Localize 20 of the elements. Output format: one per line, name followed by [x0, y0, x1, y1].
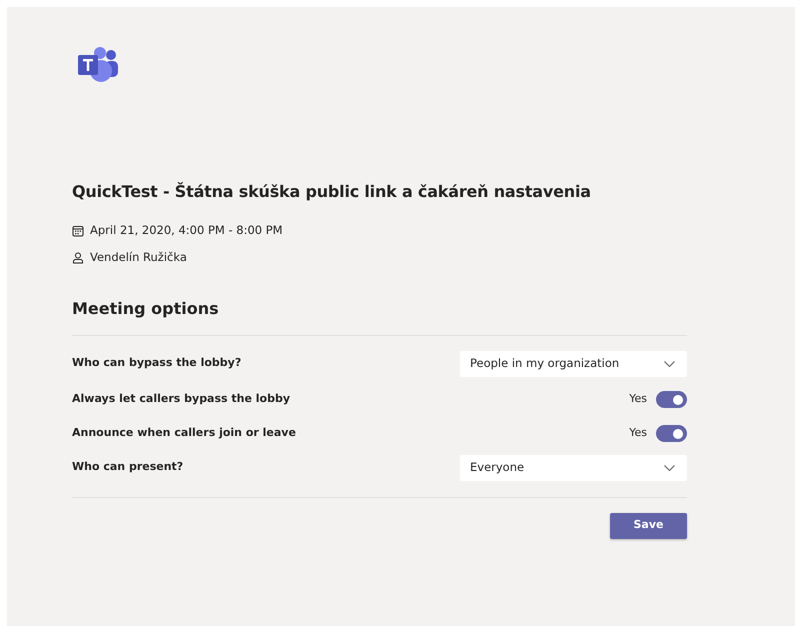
organizer-name: Vendelín Ružička [90, 249, 187, 266]
option-label: Who can bypass the lobby? [72, 355, 242, 372]
toggle-state-text: Yes [629, 425, 647, 442]
meeting-date: April 21, 2020, 4:00 PM - 8:00 PM [90, 222, 283, 239]
section-heading: Meeting options [72, 296, 687, 336]
option-label: Who can present? [72, 459, 184, 476]
save-button[interactable]: Save [610, 512, 687, 538]
meeting-title: QuickTest - Štátna skúška public link a čakáreň nastavenia [72, 181, 592, 203]
dropdown[interactable]: People in my organization [460, 350, 687, 376]
toggle-switch[interactable] [656, 391, 687, 408]
option-label: Always let callers bypass the lobby [72, 391, 290, 408]
person-icon [72, 252, 84, 264]
calendar-icon [72, 224, 84, 237]
chevron-down-icon [664, 464, 675, 470]
option-label: Announce when callers join or leave [72, 425, 296, 442]
logo-icon [78, 47, 120, 83]
chevron-down-icon [664, 360, 675, 366]
dropdown[interactable]: Everyone [460, 454, 687, 480]
toggle-state-text: Yes [629, 391, 647, 408]
toggle-switch[interactable] [656, 425, 687, 442]
